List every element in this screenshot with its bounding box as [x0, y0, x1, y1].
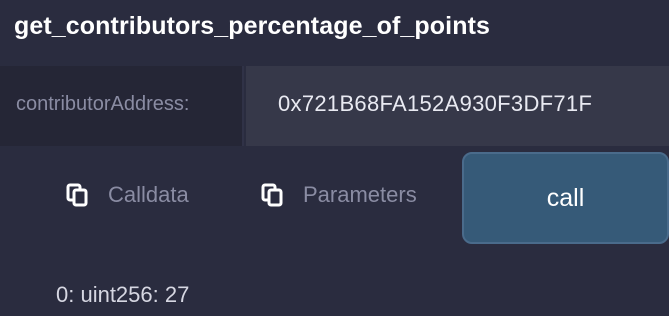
function-header: get_contributors_percentage_of_points ˙˙ [0, 0, 669, 48]
function-panel: get_contributors_percentage_of_points ˙˙… [0, 0, 669, 316]
function-name: get_contributors_percentage_of_points [14, 12, 491, 40]
call-button[interactable]: call [462, 152, 669, 244]
copy-icon[interactable] [261, 183, 283, 207]
copy-calldata-button[interactable]: Calldata [66, 178, 189, 212]
parameter-label: contributorAddress: [16, 93, 190, 115]
contributor-address-value[interactable]: 0x721B68FA152A930F3DF71F [278, 91, 592, 117]
call-result: 0: uint256: 27 [56, 282, 190, 307]
collapse-indicator[interactable]: ˙˙ [637, 0, 655, 9]
contributor-address-input[interactable]: 0x721B68FA152A930F3DF71F [246, 66, 669, 146]
parameter-row: contributorAddress: 0x721B68FA152A930F3D… [0, 66, 669, 146]
copy-icon[interactable] [66, 183, 88, 207]
copy-parameters-button[interactable]: Parameters [261, 178, 417, 212]
calldata-label[interactable]: Calldata [108, 182, 189, 208]
parameter-label-box: contributorAddress: [0, 66, 244, 146]
parameters-label[interactable]: Parameters [303, 182, 417, 208]
action-row: Calldata Parameters call [0, 148, 669, 244]
call-button-label[interactable]: call [547, 184, 585, 213]
